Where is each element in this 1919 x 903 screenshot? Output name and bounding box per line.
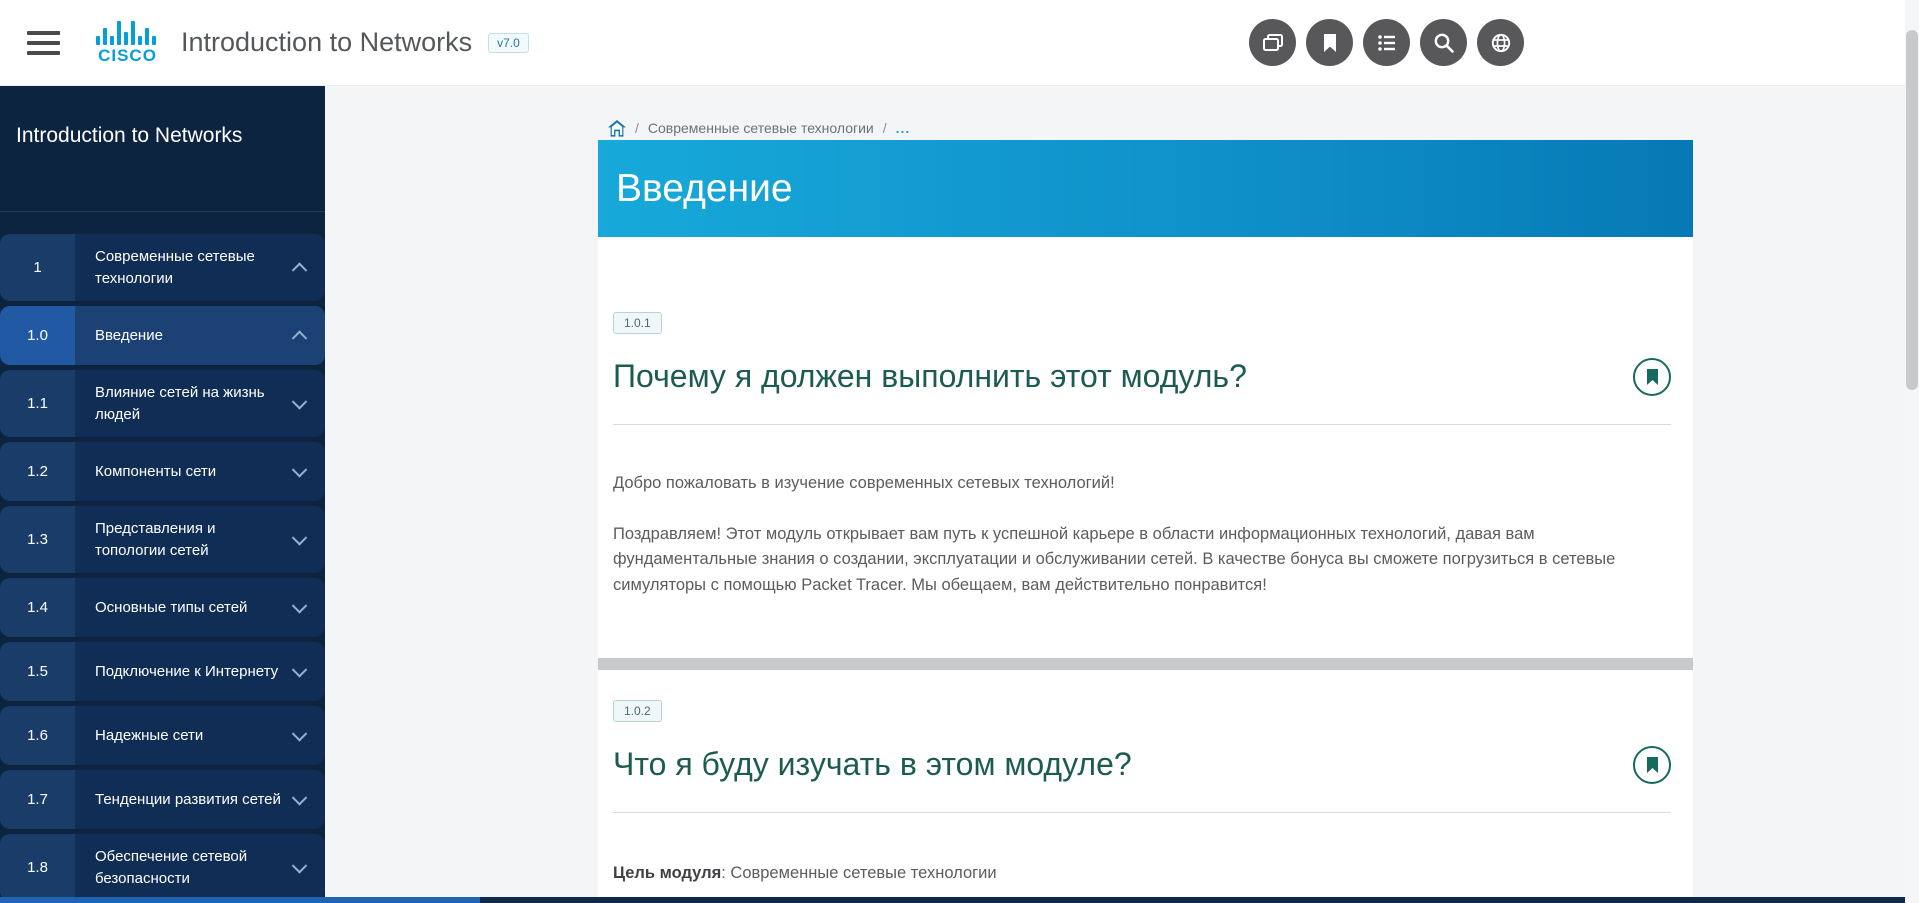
bookmark-topic-button[interactable] (1633, 358, 1671, 396)
sidebar-item-1.5[interactable]: 1.5 Подключение к Интернету (0, 642, 325, 701)
course-title: Introduction to Networks (181, 27, 472, 58)
home-icon[interactable] (608, 120, 626, 137)
breadcrumb-separator: / (883, 120, 887, 136)
search-icon (1431, 30, 1457, 56)
course-progress-bar (0, 897, 1919, 903)
item-label: Основные типы сетей (75, 578, 325, 637)
course-sidebar: Introduction to Networks 1 Современные с… (0, 86, 325, 903)
topic-title: Почему я должен выполнить этот модуль? (613, 358, 1613, 395)
banner-title: Введение (616, 167, 793, 211)
item-label: Обеспечение сетевой безопасности (75, 834, 325, 901)
section-rule (613, 424, 1671, 425)
course-progress-fill (0, 897, 480, 903)
cisco-logo: CISCO (96, 19, 159, 66)
item-number: 1.0 (0, 306, 75, 365)
paragraph: Добро пожаловать в изучение современных … (613, 471, 1643, 497)
sidebar-item-1.0[interactable]: 1.0 Введение (0, 306, 325, 365)
header-actions (1249, 19, 1524, 66)
cisco-wordmark: CISCO (98, 46, 157, 66)
item-label: Тенденции развития сетей (75, 770, 325, 829)
item-label: Влияние сетей на жизнь людей (75, 370, 325, 437)
goal-text: : Современные сетевые технологии (721, 864, 996, 882)
section-banner: Введение (598, 140, 1693, 237)
sidebar-divider (0, 211, 325, 212)
section-divider-bar (598, 658, 1693, 670)
item-number: 1.4 (0, 578, 75, 637)
item-number: 1.6 (0, 706, 75, 765)
sidebar-item-1.2[interactable]: 1.2 Компоненты сети (0, 442, 325, 501)
module-nav-list: 1 Современные сетевые технологии 1.0 Вве… (0, 234, 325, 901)
globe-icon (1488, 30, 1514, 56)
breadcrumb-module-link[interactable]: Современные сетевые технологии (648, 120, 874, 136)
item-number: 1.7 (0, 770, 75, 829)
main-content-area: / Современные сетевые технологии / ... В… (325, 86, 1919, 903)
pages-icon (1260, 30, 1286, 56)
paragraph: Поздравляем! Этот модуль открывает вам п… (613, 522, 1643, 599)
item-number: 1.3 (0, 506, 75, 573)
item-label: Представления и топологии сетей (75, 506, 325, 573)
hamburger-menu-icon[interactable] (27, 31, 60, 55)
item-label: Современные сетевые технологии (75, 234, 325, 301)
bookmark-icon (1646, 757, 1659, 773)
item-number: 1 (0, 234, 75, 301)
sidebar-item-1.6[interactable]: 1.6 Надежные сети (0, 706, 325, 765)
section-1.0.2: 1.0.2 Что я буду изучать в этом модуле? … (598, 670, 1693, 887)
list-icon (1374, 30, 1400, 56)
version-badge: v7.0 (488, 33, 529, 53)
item-label: Надежные сети (75, 706, 325, 765)
app-header: CISCO Introduction to Networks v7.0 (0, 0, 1919, 86)
goal-label: Цель модуля (613, 864, 721, 882)
page-scrollbar-thumb[interactable] (1906, 30, 1918, 390)
module-goal-line: Цель модуля: Современные сетевые техноло… (613, 861, 1643, 887)
cisco-logo-bars (96, 19, 159, 45)
topic-title: Что я буду изучать в этом модуле? (613, 746, 1613, 783)
section-rule (613, 812, 1671, 813)
topic-number-badge: 1.0.2 (613, 700, 662, 722)
item-label: Компоненты сети (75, 442, 325, 501)
bookmarks-button[interactable] (1306, 19, 1353, 66)
sidebar-item-1.4[interactable]: 1.4 Основные типы сетей (0, 578, 325, 637)
page-scrollbar-track[interactable] (1905, 0, 1919, 903)
sidebar-item-1.3[interactable]: 1.3 Представления и топологии сетей (0, 506, 325, 573)
item-number: 1.8 (0, 834, 75, 901)
topic-number-badge: 1.0.1 (613, 312, 662, 334)
toc-button[interactable] (1363, 19, 1410, 66)
breadcrumb: / Современные сетевые технологии / ... (608, 119, 1919, 137)
item-label: Подключение к Интернету (75, 642, 325, 701)
item-number: 1.1 (0, 370, 75, 437)
sidebar-item-1.8[interactable]: 1.8 Обеспечение сетевой безопасности (0, 834, 325, 901)
breadcrumb-more-link[interactable]: ... (896, 120, 911, 136)
sidebar-course-title: Introduction to Networks (0, 86, 325, 211)
sidebar-item-1.7[interactable]: 1.7 Тенденции развития сетей (0, 770, 325, 829)
breadcrumb-separator: / (635, 120, 639, 136)
item-number: 1.5 (0, 642, 75, 701)
search-button[interactable] (1420, 19, 1467, 66)
sidebar-item-1.1[interactable]: 1.1 Влияние сетей на жизнь людей (0, 370, 325, 437)
sidebar-item-1[interactable]: 1 Современные сетевые технологии (0, 234, 325, 301)
content-card: Введение 1.0.1 Почему я должен выполнить… (598, 140, 1693, 903)
item-label: Введение (75, 306, 325, 365)
bookmark-topic-button[interactable] (1633, 746, 1671, 784)
pages-button[interactable] (1249, 19, 1296, 66)
language-button[interactable] (1477, 19, 1524, 66)
section-1.0.1: 1.0.1 Почему я должен выполнить этот мод… (598, 237, 1693, 598)
item-number: 1.2 (0, 442, 75, 501)
bookmark-icon (1646, 369, 1659, 385)
bookmark-icon (1317, 30, 1343, 56)
